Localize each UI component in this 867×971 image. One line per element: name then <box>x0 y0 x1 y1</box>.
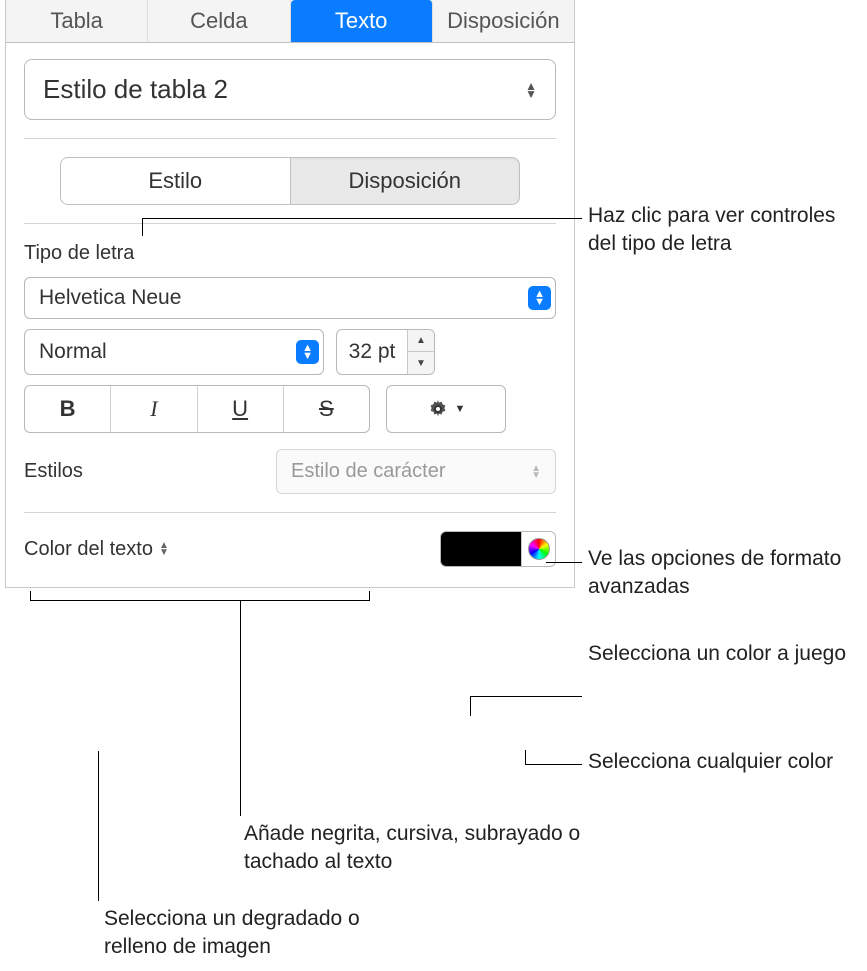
character-style-placeholder: Estilo de carácter <box>291 460 446 483</box>
chevron-updown-icon: ▲▼ <box>296 340 319 364</box>
font-family-select[interactable]: Helvetica Neue ▲▼ <box>24 277 556 319</box>
separator <box>24 223 556 224</box>
strikethrough-button[interactable]: S <box>284 386 369 432</box>
character-style-select[interactable]: Estilo de carácter ▲▼ <box>276 449 556 494</box>
font-weight-select[interactable]: Normal ▲▼ <box>24 329 324 375</box>
inspector-tabs: Tabla Celda Texto Disposición <box>6 0 574 43</box>
underline-button[interactable]: U <box>198 386 284 432</box>
chevron-updown-icon: ▲▼ <box>525 82 537 98</box>
callout-line <box>98 751 99 901</box>
font-size-down[interactable]: ▼ <box>408 352 434 374</box>
callout-gradient: Selecciona un degradado o relleno de ima… <box>104 905 424 962</box>
tab-tabla[interactable]: Tabla <box>6 0 148 42</box>
italic-button[interactable]: I <box>111 386 197 432</box>
panel-body: Estilo de tabla 2 ▲▼ Estilo Disposición … <box>6 43 574 587</box>
font-size-stepper: 32 pt ▲ ▼ <box>336 329 435 375</box>
advanced-options-button[interactable]: ▼ <box>386 385 506 433</box>
chevron-updown-icon: ▲▼ <box>528 286 551 310</box>
format-panel: Tabla Celda Texto Disposición Estilo de … <box>5 0 575 588</box>
segment-disposicion[interactable]: Disposición <box>291 158 520 204</box>
chevron-updown-icon: ▲▼ <box>531 465 541 479</box>
font-size-up[interactable]: ▲ <box>408 330 434 352</box>
bracket <box>30 591 370 601</box>
color-picker-group <box>440 531 556 567</box>
font-size-value[interactable]: 32 pt <box>337 332 407 372</box>
text-color-label: Color del texto <box>24 538 153 561</box>
chevron-updown-icon: ▲▼ <box>159 542 169 556</box>
font-section-label: Tipo de letra <box>24 242 556 265</box>
callout-line <box>470 696 471 716</box>
tab-celda[interactable]: Celda <box>148 0 290 42</box>
separator <box>24 138 556 139</box>
paragraph-style-value: Estilo de tabla 2 <box>43 74 228 105</box>
callout-line <box>142 218 143 236</box>
color-swatch[interactable] <box>441 532 521 566</box>
color-wheel-icon <box>528 538 550 560</box>
callout-match-color: Selecciona un color a juego <box>588 640 848 668</box>
callout-line <box>240 601 241 816</box>
callout-advanced: Ve las opciones de formato avanzadas <box>588 545 858 602</box>
gear-icon <box>427 398 449 420</box>
text-style-group: B I U S <box>24 385 370 433</box>
callout-line <box>525 750 526 764</box>
chevron-down-icon: ▼ <box>455 403 466 415</box>
callout-line <box>142 218 582 219</box>
callout-line <box>525 764 582 765</box>
font-size-buttons: ▲ ▼ <box>407 330 434 374</box>
bold-button[interactable]: B <box>25 386 111 432</box>
color-wheel-button[interactable] <box>521 532 555 566</box>
segment-estilo[interactable]: Estilo <box>61 158 291 204</box>
tab-disposicion[interactable]: Disposición <box>433 0 574 42</box>
font-family-value: Helvetica Neue <box>39 286 181 310</box>
callout-any-color: Selecciona cualquier color <box>588 748 848 776</box>
text-color-select[interactable]: Color del texto ▲▼ <box>24 538 169 561</box>
tab-texto[interactable]: Texto <box>291 0 433 42</box>
callout-font-controls: Haz clic para ver controles del tipo de … <box>588 202 848 259</box>
font-weight-value: Normal <box>39 340 107 364</box>
separator <box>24 512 556 513</box>
style-layout-segment: Estilo Disposición <box>60 157 520 205</box>
callout-bisu: Añade negrita, cursiva, subrayado o tach… <box>244 820 584 877</box>
styles-label: Estilos <box>24 460 83 483</box>
callout-line <box>470 696 582 697</box>
paragraph-style-select[interactable]: Estilo de tabla 2 ▲▼ <box>24 59 556 120</box>
callout-line <box>546 562 582 563</box>
